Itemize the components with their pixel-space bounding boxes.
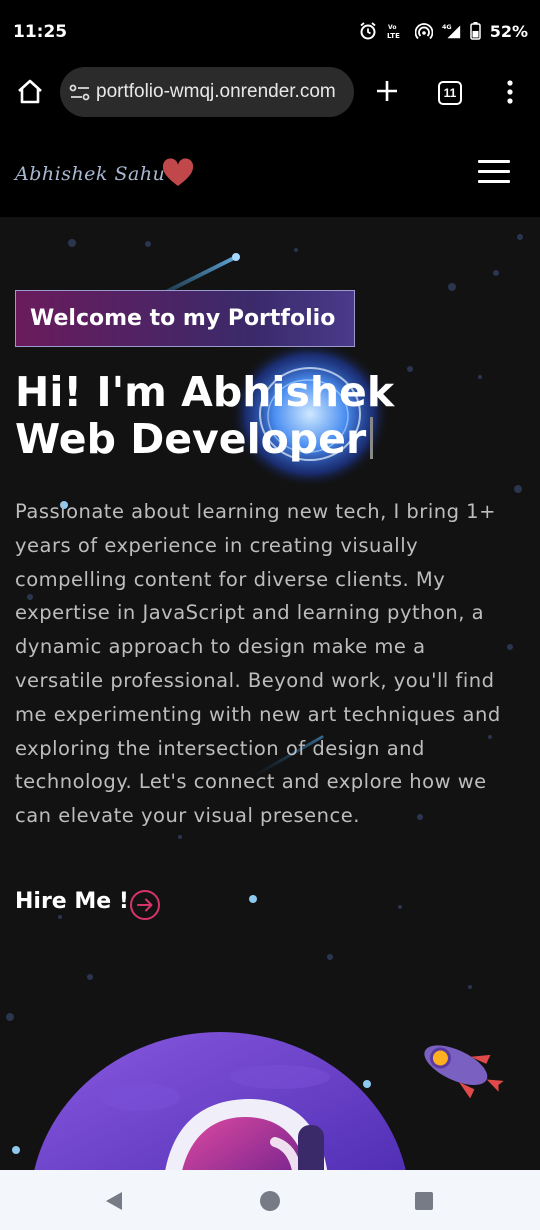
typing-cursor xyxy=(370,417,374,459)
volte-icon: Vo LTE xyxy=(386,21,406,41)
tab-count: 11 xyxy=(443,86,457,100)
site-logo[interactable]: Abhishek Sahu xyxy=(15,163,165,185)
battery-percent: 52% xyxy=(489,21,528,41)
svg-text:Vo: Vo xyxy=(388,24,396,31)
heart-icon xyxy=(161,158,195,188)
status-bar: 11:25 Vo LTE 4G 52% xyxy=(0,0,540,64)
astronaut-planet-illustration xyxy=(34,1032,406,1170)
hero-section: Welcome to my Portfolio Hi! I'm Abhishek… xyxy=(0,217,540,1170)
url-text[interactable]: portfolio-wmqj.onrender.com xyxy=(96,81,350,103)
hotspot-icon xyxy=(414,21,434,41)
svg-text:LTE: LTE xyxy=(387,32,400,40)
recents-icon[interactable] xyxy=(415,1192,433,1210)
hero-description: Passionate about learning new tech, I br… xyxy=(15,500,501,828)
more-vert-icon[interactable] xyxy=(500,78,520,106)
hamburger-line xyxy=(478,180,510,183)
hamburger-icon[interactable] xyxy=(478,160,510,184)
address-bar[interactable]: portfolio-wmqj.onrender.com xyxy=(60,67,354,117)
hero-title-role-line: Web Developer xyxy=(15,416,394,463)
home-icon[interactable] xyxy=(14,76,46,108)
status-time: 11:25 xyxy=(13,22,68,42)
battery-icon xyxy=(470,21,482,41)
svg-text:4G: 4G xyxy=(442,24,452,31)
rocket-illustration xyxy=(424,1045,504,1099)
system-nav-bar xyxy=(0,1170,540,1230)
status-icons: Vo LTE 4G 52% xyxy=(358,21,528,41)
alarm-icon xyxy=(358,21,378,41)
hero-title-name: Hi! I'm Abhishek xyxy=(15,368,395,416)
hamburger-line xyxy=(478,160,510,163)
hero-title-role: Web Developer xyxy=(15,415,367,463)
arrow-circle-right-icon[interactable] xyxy=(129,889,161,921)
browser-toolbar: portfolio-wmqj.onrender.com 11 xyxy=(0,64,540,120)
welcome-tagline: Welcome to my Portfolio xyxy=(15,290,355,347)
site-settings-icon[interactable] xyxy=(68,81,92,103)
plus-icon[interactable] xyxy=(372,76,402,106)
hamburger-line xyxy=(478,170,510,173)
tabs-icon[interactable]: 11 xyxy=(438,81,462,105)
hero-title: Hi! I'm Abhishek Web Developer xyxy=(15,369,394,463)
site-header: Abhishek Sahu xyxy=(0,120,540,217)
back-icon[interactable] xyxy=(103,1190,125,1212)
hire-me-button[interactable]: Hire Me ! xyxy=(15,889,129,914)
home-circle-icon[interactable] xyxy=(260,1191,280,1211)
4g-signal-icon: 4G xyxy=(442,21,462,41)
